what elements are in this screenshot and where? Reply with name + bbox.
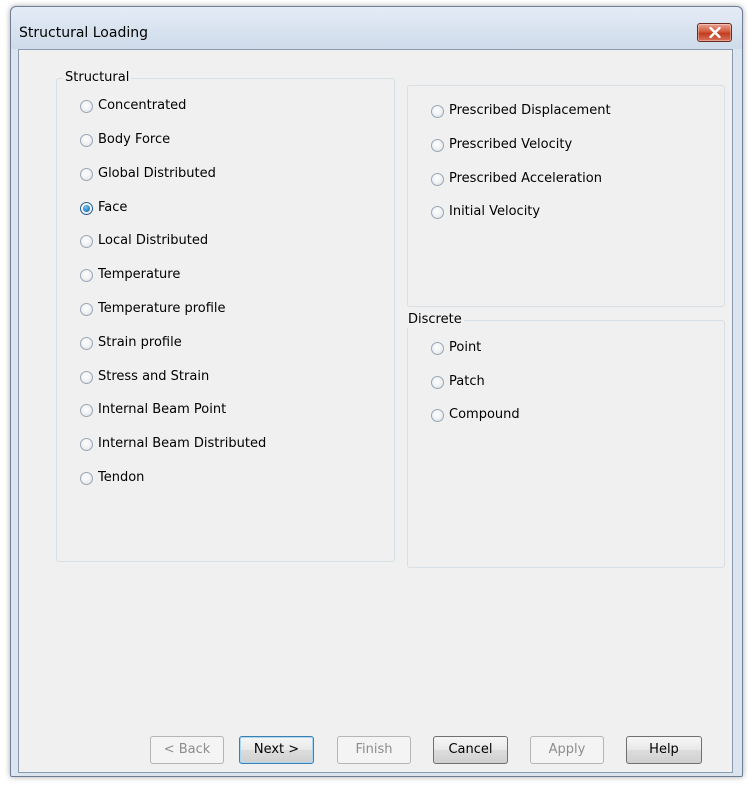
radio-button-icon: [431, 172, 444, 186]
title-bar: Structural Loading: [11, 7, 742, 49]
radio-label: Face: [98, 200, 128, 215]
radio-initial-velocity[interactable]: Initial Velocity: [431, 203, 540, 221]
back-button[interactable]: < Back: [150, 736, 224, 764]
radio-button-icon: [80, 133, 93, 147]
radio-label: Global Distributed: [98, 166, 216, 181]
close-x-icon: [709, 27, 721, 38]
radio-label: Point: [449, 340, 482, 355]
radio-label: Temperature: [98, 267, 181, 282]
radio-button-icon: [431, 205, 444, 219]
radio-temperature-profile[interactable]: Temperature profile: [80, 300, 226, 318]
close-button[interactable]: [697, 23, 732, 42]
radio-button-icon: [80, 370, 93, 384]
cancel-button[interactable]: Cancel: [433, 736, 508, 764]
radio-prescribed-velocity[interactable]: Prescribed Velocity: [431, 136, 572, 154]
radio-global-distributed[interactable]: Global Distributed: [80, 165, 216, 183]
radio-button-icon: [431, 375, 444, 389]
discrete-group-legend: Discrete: [406, 312, 464, 328]
radio-button-icon: [80, 268, 93, 282]
radio-strain-profile[interactable]: Strain profile: [80, 334, 182, 352]
radio-internal-beam-point[interactable]: Internal Beam Point: [80, 401, 226, 419]
radio-compound[interactable]: Compound: [431, 406, 520, 424]
radio-patch[interactable]: Patch: [431, 373, 485, 391]
radio-button-icon: [80, 471, 93, 485]
radio-label: Internal Beam Distributed: [98, 436, 267, 451]
apply-button[interactable]: Apply: [530, 736, 604, 764]
prescribed-group: Prescribed Displacement Prescribed Veloc…: [407, 85, 725, 307]
radio-label: Local Distributed: [98, 233, 209, 248]
radio-label: Prescribed Velocity: [449, 137, 573, 152]
radio-button-icon: [80, 302, 93, 316]
radio-prescribed-displacement[interactable]: Prescribed Displacement: [431, 102, 611, 120]
radio-button-icon: [80, 167, 93, 181]
radio-temperature[interactable]: Temperature: [80, 266, 180, 284]
radio-label: Concentrated: [98, 98, 187, 113]
radio-button-icon: [431, 341, 444, 355]
radio-label: Initial Velocity: [449, 204, 541, 219]
next-button[interactable]: Next >: [239, 736, 314, 764]
radio-button-icon: [80, 234, 93, 248]
radio-button-icon: [431, 104, 444, 118]
radio-label: Tendon: [98, 470, 145, 485]
radio-point[interactable]: Point: [431, 339, 481, 357]
radio-button-icon: [80, 403, 93, 417]
radio-local-distributed[interactable]: Local Distributed: [80, 232, 208, 250]
radio-label: Prescribed Displacement: [449, 103, 611, 118]
radio-label: Internal Beam Point: [98, 402, 227, 417]
radio-label: Prescribed Acceleration: [449, 171, 602, 186]
radio-concentrated[interactable]: Concentrated: [80, 97, 186, 115]
discrete-group: Discrete Point Patch Compound: [406, 312, 725, 568]
structural-loading-dialog: Structural Loading Structural Concentrat…: [10, 6, 743, 777]
radio-label: Strain profile: [98, 335, 182, 350]
radio-button-icon: [80, 437, 93, 451]
radio-label: Temperature profile: [98, 301, 226, 316]
radio-button-icon: [431, 408, 444, 422]
radio-button-selected-icon: [80, 201, 93, 215]
structural-group: Structural Concentrated Body Force Globa…: [56, 70, 395, 562]
radio-prescribed-acceleration[interactable]: Prescribed Acceleration: [431, 170, 602, 188]
radio-stress-and-strain[interactable]: Stress and Strain: [80, 368, 209, 386]
radio-internal-beam-distributed[interactable]: Internal Beam Distributed: [80, 435, 266, 453]
structural-group-legend: Structural: [63, 70, 132, 86]
radio-button-icon: [431, 138, 444, 152]
radio-button-icon: [80, 336, 93, 350]
radio-body-force[interactable]: Body Force: [80, 131, 170, 149]
radio-face[interactable]: Face: [80, 199, 127, 217]
finish-button[interactable]: Finish: [337, 736, 411, 764]
dialog-client-area: Structural Concentrated Body Force Globa…: [18, 49, 733, 773]
radio-label: Compound: [449, 407, 520, 422]
radio-label: Body Force: [98, 132, 171, 147]
radio-tendon[interactable]: Tendon: [80, 469, 144, 487]
radio-button-icon: [80, 99, 93, 113]
radio-label: Stress and Strain: [98, 369, 210, 384]
radio-label: Patch: [449, 374, 485, 389]
help-button[interactable]: Help: [626, 736, 702, 764]
window-title: Structural Loading: [19, 25, 148, 41]
